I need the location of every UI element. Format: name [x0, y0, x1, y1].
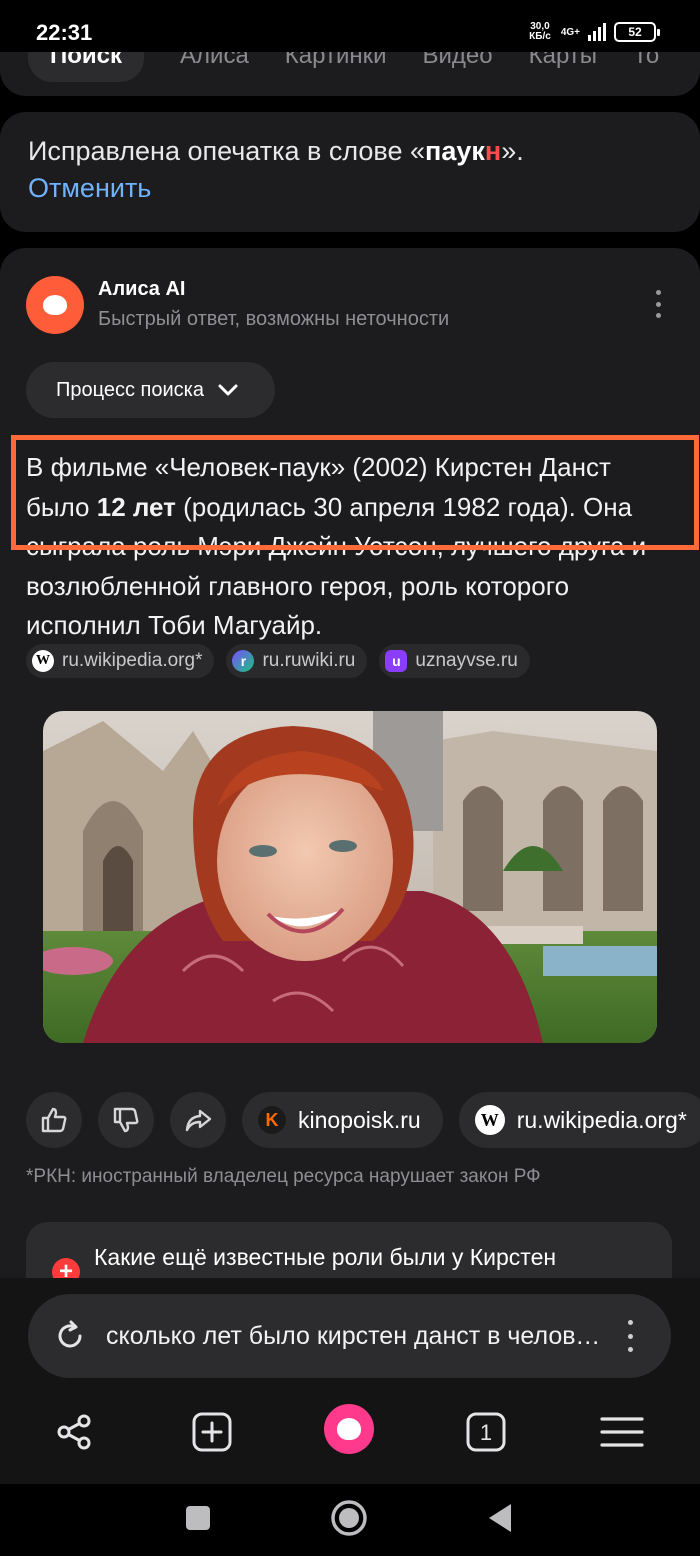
circle-icon	[331, 1500, 367, 1536]
alisa-subtitle: Быстрый ответ, возможны неточности	[98, 308, 450, 330]
hamburger-icon	[600, 1417, 644, 1447]
uznayvse-icon: u	[385, 650, 408, 672]
search-query-text[interactable]: сколько лет было кирстен данст в человек…	[106, 1322, 602, 1351]
kinopoisk-icon: K	[258, 1106, 286, 1134]
browser-toolbar: 1	[0, 1396, 700, 1466]
tab-count: 1	[480, 1420, 492, 1445]
alisa-name: Алиса AI	[98, 278, 186, 300]
highlight-annotation	[11, 435, 699, 550]
wikipedia-icon: W	[474, 1105, 505, 1135]
alisa-answer-card: Алиса AI Быстрый ответ, возможны неточно…	[0, 248, 700, 1308]
tabs-button[interactable]: 1	[462, 1408, 510, 1456]
share-icon	[57, 1414, 91, 1450]
refresh-icon[interactable]	[52, 1318, 88, 1354]
source-button-kinopoisk[interactable]: K kinopoisk.ru	[242, 1092, 443, 1148]
thumbs-up-icon	[41, 1107, 67, 1133]
square-icon	[186, 1506, 210, 1530]
network-speed: 30,0 КБ/с	[529, 21, 551, 42]
more-options-icon[interactable]	[650, 290, 666, 318]
battery-icon: 52	[614, 22, 660, 42]
source-chip-wikipedia[interactable]: W ru.wikipedia.org*	[26, 644, 215, 678]
back-button[interactable]	[480, 1498, 520, 1538]
status-time: 22:31	[36, 20, 93, 45]
system-navigation	[0, 1484, 700, 1556]
new-tab-button[interactable]	[188, 1408, 236, 1456]
share-button[interactable]	[50, 1408, 98, 1456]
answer-actions: K kinopoisk.ru W ru.wikipedia.org*	[26, 1092, 700, 1148]
share-arrow-icon	[185, 1109, 212, 1132]
photo-image	[43, 711, 657, 1043]
menu-button[interactable]	[598, 1408, 646, 1456]
search-process-button[interactable]: Процесс поиска	[26, 362, 275, 418]
battery-level: 52	[628, 25, 642, 39]
source-chip-ruwiki[interactable]: r ru.ruwiki.ru	[226, 644, 368, 678]
source-chip-uznayvse[interactable]: u uznayvse.ru	[379, 644, 530, 678]
search-process-label: Процесс поиска	[56, 378, 204, 401]
ruwiki-icon: r	[232, 650, 255, 672]
typo-correction-card: Исправлена опечатка в слове «паукн». Отм…	[0, 112, 700, 232]
typo-message: Исправлена опечатка в слове «паукн».	[28, 136, 524, 166]
recent-apps-button[interactable]	[178, 1498, 218, 1538]
network-type: 4G+	[560, 26, 580, 38]
like-button[interactable]	[26, 1092, 82, 1148]
plus-square-icon	[192, 1412, 232, 1452]
cancel-correction-link[interactable]: Отменить	[28, 173, 672, 204]
query-menu-icon[interactable]	[628, 1320, 633, 1352]
signal-icon	[588, 23, 606, 41]
source-button-wikipedia[interactable]: W ru.wikipedia.org*	[458, 1092, 700, 1148]
back-triangle-icon	[489, 1504, 511, 1532]
chevron-down-icon	[218, 384, 238, 396]
answer-photo[interactable]	[43, 711, 657, 1043]
wikipedia-icon: W	[32, 650, 54, 672]
alisa-icon	[337, 1418, 361, 1440]
alisa-button[interactable]	[324, 1404, 374, 1454]
status-bar: 22:31 30,0 КБ/с 4G+ 52	[0, 0, 700, 52]
home-button[interactable]	[329, 1498, 369, 1538]
rkn-note: *РКН: иностранный владелец ресурса наруш…	[26, 1166, 541, 1187]
alisa-logo-icon	[26, 276, 84, 334]
thumbs-down-icon	[113, 1107, 139, 1133]
search-query-bar[interactable]: сколько лет было кирстен данст в человек…	[28, 1294, 671, 1378]
share-answer-button[interactable]	[170, 1092, 226, 1148]
dislike-button[interactable]	[98, 1092, 154, 1148]
status-indicators: 30,0 КБ/с 4G+ 52	[529, 21, 660, 42]
tabs-count-icon: 1	[466, 1412, 506, 1452]
inline-sources: W ru.wikipedia.org* r ru.ruwiki.ru u uzn…	[26, 644, 530, 678]
